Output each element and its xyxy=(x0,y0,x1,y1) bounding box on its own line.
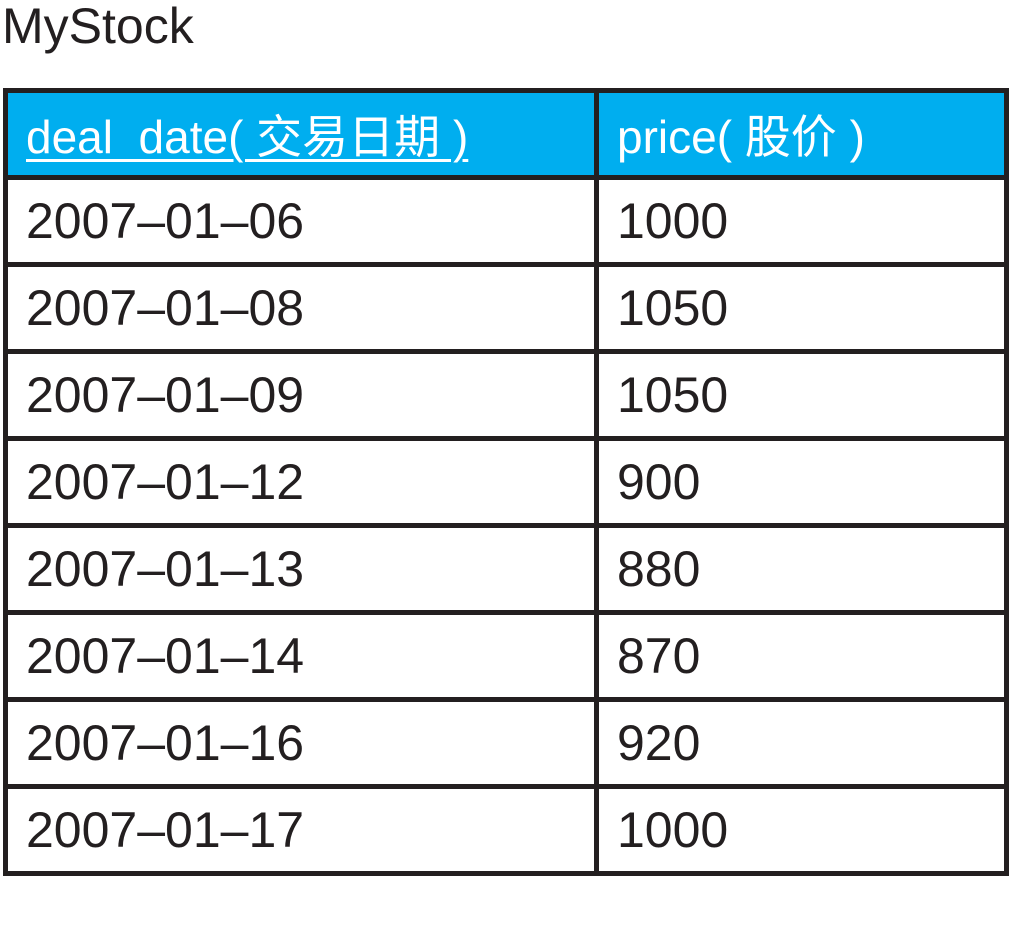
price-cell: 1050 xyxy=(594,262,1009,354)
mystock-table: deal_date( 交易日期 ) price( 股价 ) 2007–01–06… xyxy=(3,88,1009,876)
table-row: 2007–01–16 920 xyxy=(3,697,1009,789)
table-row: 2007–01–17 1000 xyxy=(3,784,1009,876)
price-cell: 880 xyxy=(594,523,1009,615)
deal-date-cell: 2007–01–12 xyxy=(3,436,599,528)
deal-date-cell: 2007–01–06 xyxy=(3,175,599,267)
deal-date-cell: 2007–01–08 xyxy=(3,262,599,354)
column-header-label: price( 股价 ) xyxy=(617,111,865,163)
deal-date-cell: 2007–01–17 xyxy=(3,784,599,876)
price-cell: 870 xyxy=(594,610,1009,702)
mystock-table-container: deal_date( 交易日期 ) price( 股价 ) 2007–01–06… xyxy=(3,88,1009,876)
table-header-row: deal_date( 交易日期 ) price( 股价 ) xyxy=(3,88,1009,180)
price-cell: 1050 xyxy=(594,349,1009,441)
price-cell: 920 xyxy=(594,697,1009,789)
price-cell: 1000 xyxy=(594,784,1009,876)
table-row: 2007–01–12 900 xyxy=(3,436,1009,528)
deal-date-cell: 2007–01–14 xyxy=(3,610,599,702)
table-row: 2007–01–13 880 xyxy=(3,523,1009,615)
table-row: 2007–01–09 1050 xyxy=(3,349,1009,441)
price-cell: 900 xyxy=(594,436,1009,528)
deal-date-cell: 2007–01–13 xyxy=(3,523,599,615)
deal-date-cell: 2007–01–16 xyxy=(3,697,599,789)
table-row: 2007–01–14 870 xyxy=(3,610,1009,702)
column-header-deal-date: deal_date( 交易日期 ) xyxy=(3,88,599,180)
primary-key-label: deal_date( 交易日期 ) xyxy=(26,111,469,163)
table-name: MyStock xyxy=(2,0,194,54)
table-row: 2007–01–08 1050 xyxy=(3,262,1009,354)
deal-date-cell: 2007–01–09 xyxy=(3,349,599,441)
price-cell: 1000 xyxy=(594,175,1009,267)
table-row: 2007–01–06 1000 xyxy=(3,175,1009,267)
column-header-price: price( 股价 ) xyxy=(594,88,1009,180)
